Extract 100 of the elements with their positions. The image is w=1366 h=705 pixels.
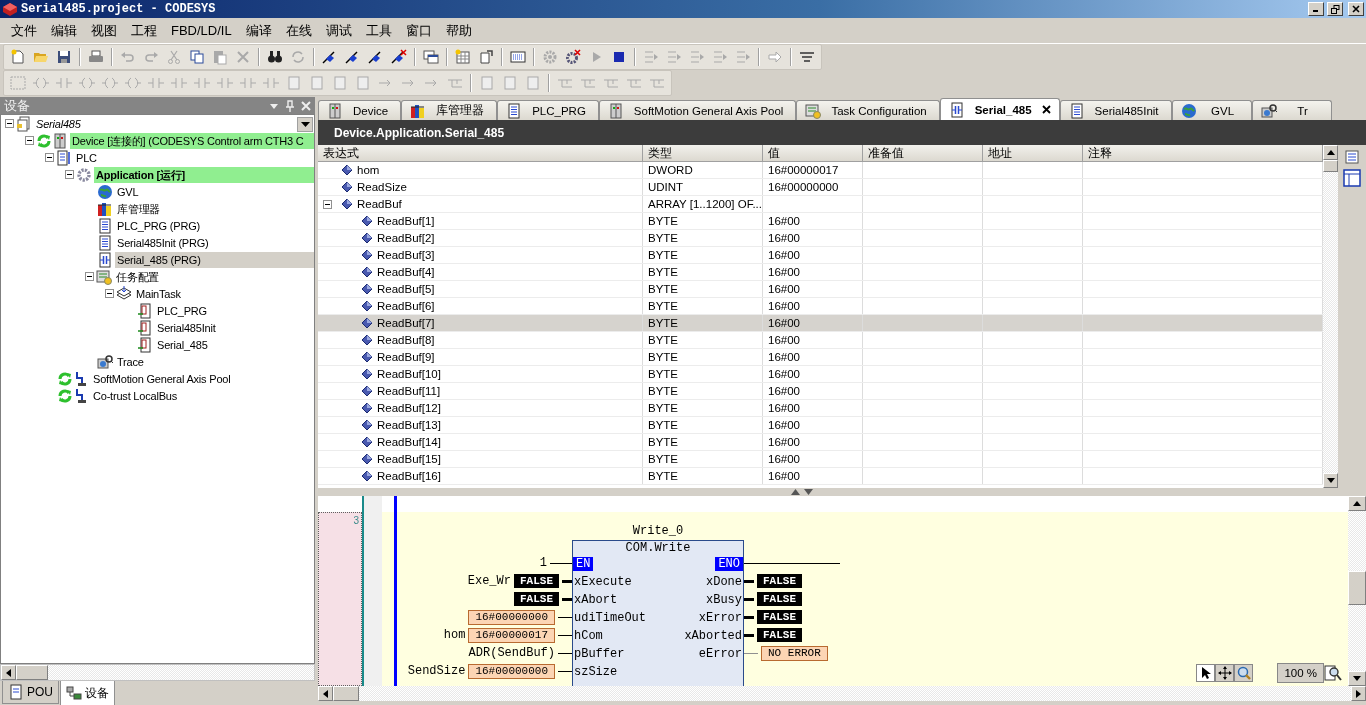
scrollbar-thumb[interactable] [16,665,48,680]
tree-item[interactable]: GVL [115,183,314,200]
table-row[interactable]: ReadBuf[5] BYTE 16#00 [318,281,1323,298]
tree-item[interactable]: PLC_PRG (PRG) [115,217,314,234]
scroll-left-icon[interactable] [6,668,11,677]
column-header[interactable]: 表达式 [318,145,643,162]
column-header[interactable]: 地址 [983,145,1083,162]
collapse-icon[interactable] [25,136,34,145]
scroll-up-icon[interactable] [1353,501,1361,506]
table-row[interactable]: ReadBuf[12] BYTE 16#00 [318,400,1323,417]
table-row[interactable]: ReadBuf[1] BYTE 16#00 [318,213,1323,230]
printer-icon[interactable] [88,49,104,65]
panel-tab[interactable]: 设备 [60,681,115,705]
tree-item[interactable]: Trace [115,353,314,370]
tree-item[interactable]: 库管理器 [115,200,314,217]
tree-item[interactable]: PLC_PRG [155,302,314,319]
menu-item[interactable]: 帮助 [438,18,479,43]
pointer-tool[interactable] [1196,664,1216,682]
column-header[interactable]: 注释 [1083,145,1323,162]
table-row[interactable]: ReadSize UDINT 16#00000000 [318,179,1323,196]
scroll-down-icon[interactable] [1326,478,1335,483]
editor-tab[interactable]: 库管理器 [401,100,498,120]
column-header[interactable]: 准备值 [863,145,983,162]
table-row[interactable]: ReadBuf[7] BYTE 16#00 [318,315,1323,332]
horizontal-scrollbar[interactable] [318,686,1366,701]
editor-tab[interactable]: Device [318,100,402,120]
tree-item[interactable]: Serial_485 (PRG) [115,251,314,268]
close-icon[interactable] [1352,5,1360,13]
arrow-down-icon[interactable] [804,489,813,495]
tree-item[interactable]: Serial485Init (PRG) [115,234,314,251]
table-row[interactable]: ReadBuf[14] BYTE 16#00 [318,434,1323,451]
tree-item[interactable]: Application [运行] [94,166,314,183]
editor-tab[interactable]: Task Configuration [796,100,940,120]
menu-item[interactable]: 调试 [318,18,359,43]
tree-item[interactable]: 任务配置 [114,268,314,285]
pin-icon[interactable] [285,99,295,112]
arrow-up-icon[interactable] [791,489,800,495]
scroll-up-icon[interactable] [1326,150,1335,155]
dropdown-button[interactable] [297,117,313,132]
table-row[interactable]: hom DWORD 16#00000017 [318,162,1323,179]
scrollbar-thumb[interactable] [1323,160,1338,172]
collapse-icon[interactable] [105,289,114,298]
menu-item[interactable]: 文件 [4,18,44,43]
export-icon[interactable] [478,49,494,65]
editor-tab[interactable]: Serial_485 [939,98,1060,120]
vertical-scrollbar[interactable] [1323,145,1338,488]
zoom-level[interactable]: 100 % [1277,663,1324,683]
table-row[interactable]: ReadBuf[9] BYTE 16#00 [318,349,1323,366]
vertical-scrollbar[interactable] [1348,496,1366,686]
scrollbar-thumb[interactable] [333,686,359,701]
collapse-icon[interactable] [323,199,332,209]
editor-tab[interactable]: PLC_PRG [497,100,599,120]
horizontal-scrollbar[interactable] [0,664,315,681]
collapse-icon[interactable] [5,119,14,128]
scroll-down-icon[interactable] [1353,676,1361,681]
table-row[interactable]: ReadBuf[4] BYTE 16#00 [318,264,1323,281]
close-button[interactable] [1348,2,1364,16]
tree-item[interactable]: MainTask [134,285,314,302]
stop-icon[interactable] [611,49,627,65]
table-row[interactable]: ReadBuf[10] BYTE 16#00 [318,366,1323,383]
function-block[interactable]: COM.Write EN ENO xExecute xDone xAbort xBusy udiTimeOut xError hCom xAborted pBuffer eError szSize [572,540,744,686]
grid-icon[interactable] [455,49,471,65]
menu-item[interactable]: 编辑 [44,18,84,43]
close-icon[interactable] [1041,105,1051,114]
menu-item[interactable]: 在线 [278,18,319,43]
menu-item[interactable]: 工程 [124,18,164,43]
table-row[interactable]: ReadBuf[16] BYTE 16#00 [318,468,1323,485]
collapse-icon[interactable] [65,170,74,179]
binoculars-icon[interactable] [267,49,283,65]
scrollbar-thumb[interactable] [1348,571,1366,605]
pointer-icon[interactable] [1199,666,1212,680]
watch-list-icon[interactable] [1344,149,1360,165]
tree-item[interactable]: Serial_485 [155,336,314,353]
menu-item[interactable]: 视图 [84,18,124,43]
table-row[interactable]: ReadBuf[11] BYTE 16#00 [318,383,1323,400]
column-header[interactable]: 类型 [643,145,763,162]
menu-item[interactable]: 窗口 [398,18,439,43]
column-header[interactable]: 值 [763,145,863,162]
menu-item[interactable]: 编译 [238,18,279,43]
table-row[interactable]: ReadBuf[15] BYTE 16#00 [318,451,1323,468]
tree-item[interactable]: Serial485 [34,115,314,132]
new-file-icon[interactable] [10,49,26,65]
copy-icon[interactable] [189,49,205,65]
gear-error-icon[interactable] [565,49,581,65]
table-row[interactable]: ReadBuf[13] BYTE 16#00 [318,417,1323,434]
scroll-right-icon[interactable] [1356,689,1361,698]
collapse-icon[interactable] [85,272,94,281]
table-row[interactable]: ReadBuf[8] BYTE 16#00 [318,332,1323,349]
tree-item[interactable]: Serial485Init [155,319,314,336]
collapse-icon[interactable] [45,153,54,162]
editor-tab[interactable]: Tr [1251,100,1332,120]
tree-item[interactable]: SoftMotion General Axis Pool [91,370,314,387]
editor-tab[interactable]: GVL [1171,100,1252,120]
list-icon[interactable] [799,49,815,65]
menu-item[interactable]: FBD/LD/IL [164,20,239,41]
memory-icon[interactable] [510,49,526,65]
tree-item[interactable]: PLC [74,149,314,166]
breakpoint-icon[interactable] [345,49,361,65]
breakpoint-icon[interactable] [322,49,338,65]
panel-tab[interactable]: POU [2,681,59,704]
